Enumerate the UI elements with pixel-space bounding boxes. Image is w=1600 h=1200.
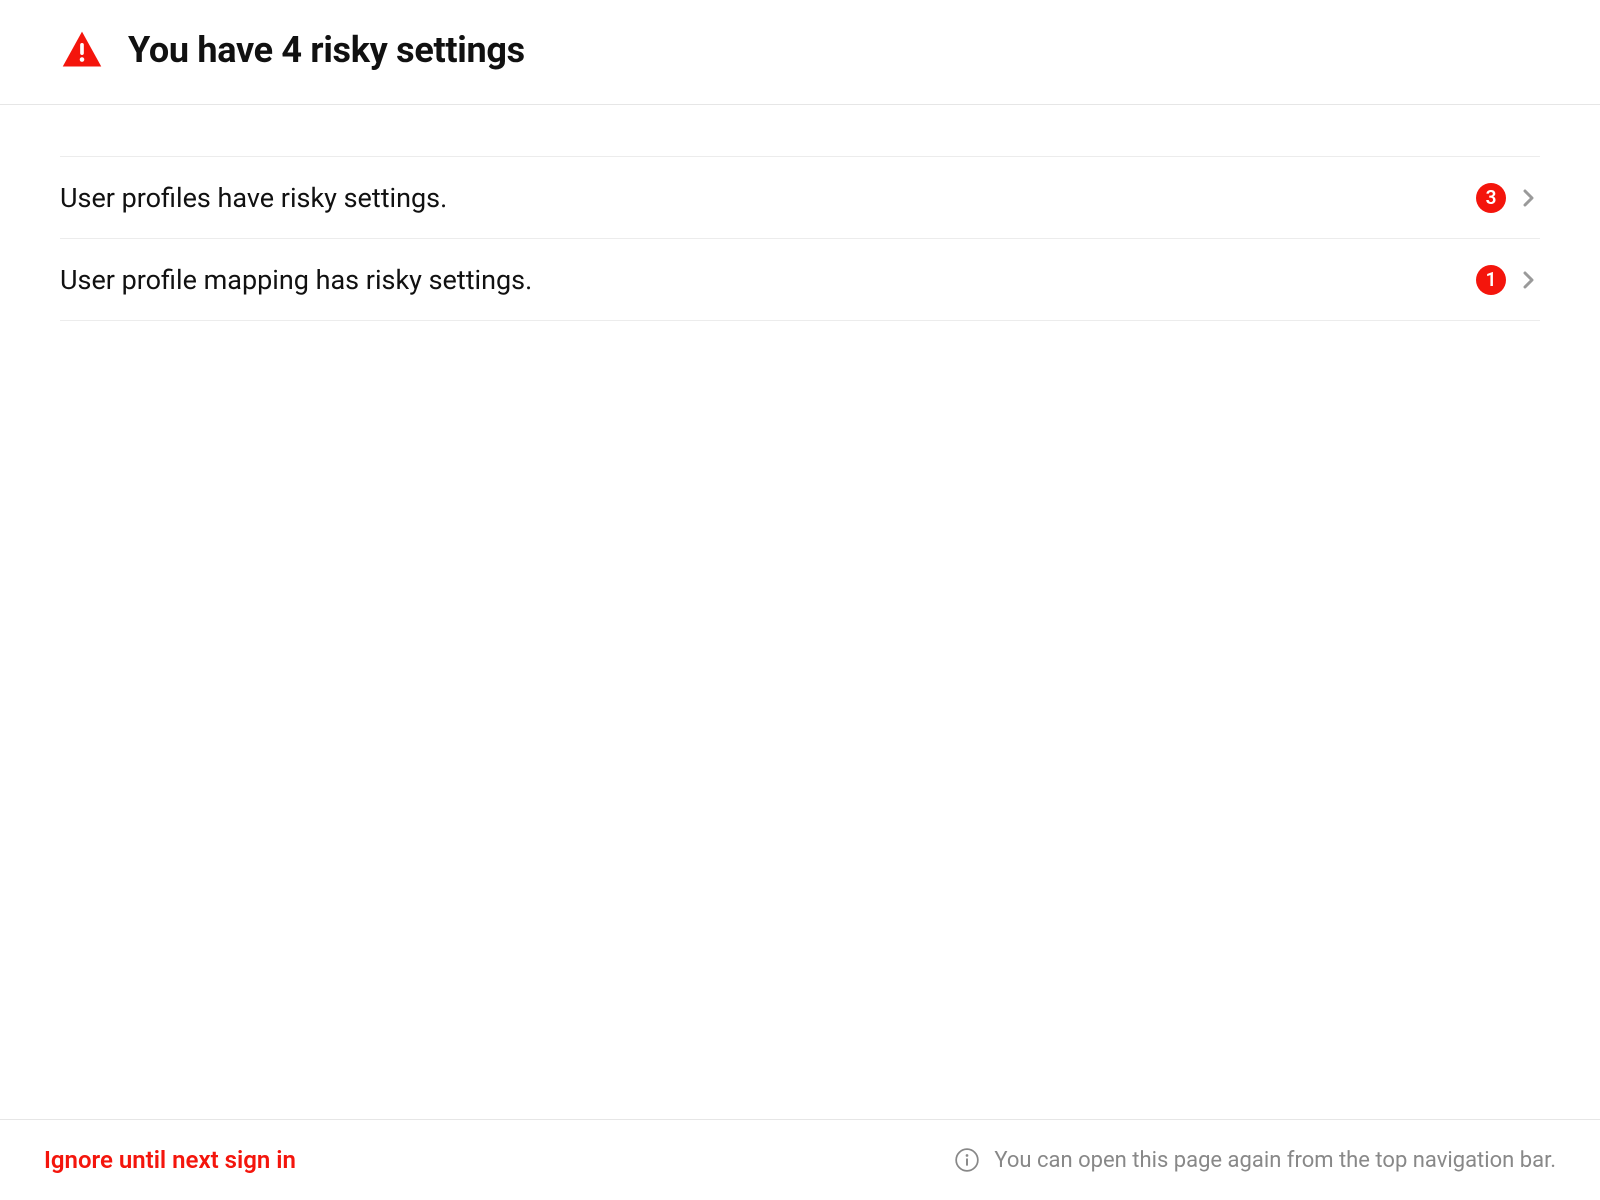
ignore-button[interactable]: Ignore until next sign in: [44, 1146, 296, 1174]
risky-setting-row[interactable]: User profile mapping has risky settings.…: [60, 239, 1540, 321]
top-spacer: [60, 105, 1540, 157]
risky-setting-label: User profiles have risky settings.: [60, 182, 1476, 214]
info-icon: [954, 1147, 980, 1173]
page-title: You have 4 risky settings: [128, 29, 525, 71]
warning-triangle-icon: [60, 28, 104, 72]
count-badge: 1: [1476, 265, 1506, 295]
risky-setting-row[interactable]: User profiles have risky settings. 3: [60, 157, 1540, 239]
footer: Ignore until next sign in You can open t…: [0, 1119, 1600, 1200]
risky-setting-label: User profile mapping has risky settings.: [60, 264, 1476, 296]
footer-info: You can open this page again from the to…: [954, 1147, 1556, 1173]
chevron-right-icon: [1516, 268, 1540, 292]
chevron-right-icon: [1516, 186, 1540, 210]
footer-info-text: You can open this page again from the to…: [994, 1148, 1556, 1173]
content-area: User profiles have risky settings. 3 Use…: [0, 105, 1600, 1119]
count-badge: 3: [1476, 183, 1506, 213]
header: You have 4 risky settings: [0, 0, 1600, 105]
